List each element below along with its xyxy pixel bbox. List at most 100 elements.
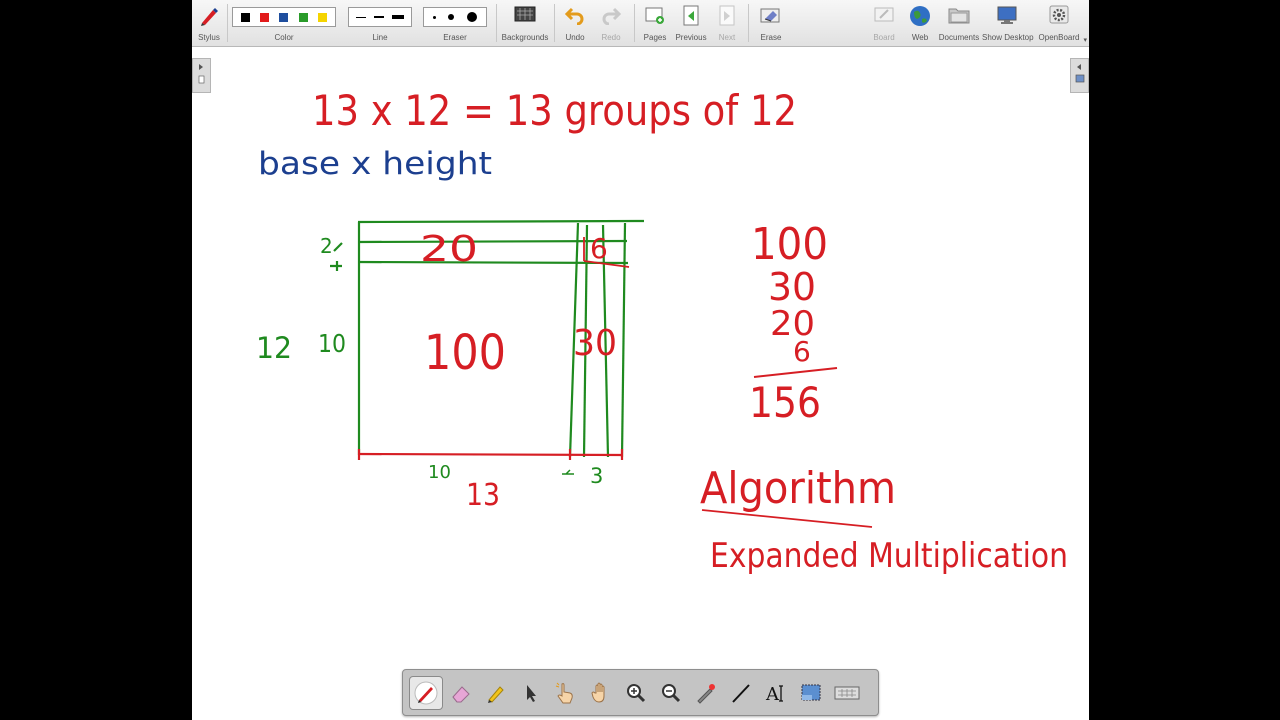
- cell-30: 30: [573, 323, 617, 364]
- line-width-selector: [348, 7, 412, 27]
- capture-tool[interactable]: [794, 676, 828, 710]
- sum-line: [753, 367, 838, 378]
- selector-tool[interactable]: [514, 676, 548, 710]
- color-palette: [232, 7, 336, 27]
- stylus-label: Stylus: [198, 33, 220, 42]
- bottom-label-13: 13: [466, 478, 500, 513]
- text-icon: A: [765, 684, 783, 705]
- cell-6: 6: [590, 232, 608, 265]
- line-medium[interactable]: [374, 16, 384, 18]
- row-label-10: 10: [318, 329, 346, 358]
- hand-tool[interactable]: [584, 676, 618, 710]
- zoom-in-tool[interactable]: [619, 676, 653, 710]
- openboard-menu-button[interactable]: OpenBoard: [1034, 2, 1084, 44]
- erase-button[interactable]: Erase: [754, 2, 788, 44]
- zoom-out-tool[interactable]: [654, 676, 688, 710]
- whiteboard-canvas[interactable]: 13 x 12 = 13 groups of 12 base x height …: [192, 47, 1089, 667]
- eraser-small[interactable]: [433, 15, 437, 19]
- keyboard-icon: [834, 686, 860, 700]
- eraser-group: Eraser: [423, 2, 487, 44]
- next-button[interactable]: Next: [710, 2, 744, 44]
- eraser-large[interactable]: [466, 12, 477, 22]
- redo-label: Redo: [601, 33, 621, 42]
- row-label-2: 2: [320, 234, 333, 258]
- line-thick[interactable]: [392, 15, 404, 19]
- laser-pointer-icon: [697, 684, 715, 704]
- eraser-label: Eraser: [443, 33, 467, 42]
- eraser-icon: [452, 686, 470, 703]
- previous-page-icon: [683, 5, 699, 26]
- color-green[interactable]: [298, 12, 308, 22]
- sum-total: 156: [749, 378, 821, 427]
- color-label: Color: [274, 33, 294, 42]
- openboard-label: OpenBoard: [1038, 33, 1080, 42]
- sum-6: 6: [793, 335, 811, 368]
- base-height-line: base x height: [258, 146, 492, 182]
- web-label: Web: [911, 33, 929, 42]
- board-label: Board: [873, 33, 895, 42]
- line-label: Line: [372, 33, 388, 42]
- stylus-icon: [201, 8, 218, 26]
- line-thin[interactable]: [356, 16, 366, 18]
- pages-button[interactable]: Pages: [638, 2, 672, 44]
- redo-icon: [602, 7, 622, 25]
- row-label-12: 12: [256, 331, 292, 365]
- stylus-palette: A: [402, 669, 879, 716]
- show-desktop-label: Show Desktop: [982, 33, 1034, 42]
- board-icon: [874, 7, 894, 22]
- svg-text:A: A: [765, 684, 780, 705]
- documents-button[interactable]: Documents: [938, 2, 980, 44]
- pointing-hand-icon: [555, 682, 573, 704]
- backgrounds-label: Backgrounds: [501, 33, 549, 42]
- bottom-label-10: 10: [428, 462, 451, 483]
- color-red[interactable]: [260, 12, 270, 22]
- marker-tool[interactable]: [479, 676, 513, 710]
- base-axis: [357, 449, 624, 460]
- tick-mark: [562, 469, 574, 475]
- virtual-keyboard[interactable]: [830, 676, 864, 710]
- color-yellow[interactable]: [317, 12, 327, 22]
- text-tool[interactable]: A: [759, 676, 793, 710]
- undo-button[interactable]: Undo: [558, 2, 592, 44]
- laser-pointer-tool[interactable]: [689, 676, 723, 710]
- hand-icon: [591, 682, 605, 703]
- bottom-label-3: 3: [590, 464, 603, 488]
- board-button[interactable]: Board: [867, 2, 901, 44]
- stylus-button[interactable]: Stylus: [194, 2, 224, 44]
- eraser-tool[interactable]: [444, 676, 478, 710]
- erase-label: Erase: [760, 33, 782, 42]
- sum-30: 30: [768, 265, 816, 309]
- cell-20: 20: [420, 229, 478, 270]
- folder-icon: [948, 8, 970, 24]
- expanded-multiplication: Expanded Multiplication: [710, 536, 1068, 576]
- show-desktop-button[interactable]: Show Desktop: [982, 2, 1034, 44]
- erase-icon: [760, 8, 780, 23]
- color-black[interactable]: [241, 12, 251, 22]
- zoom-in-icon: [627, 684, 646, 703]
- zoom-out-icon: [662, 684, 681, 703]
- pen-tool[interactable]: [409, 676, 443, 710]
- sum-100: 100: [751, 219, 828, 270]
- color-group: Color: [232, 2, 336, 44]
- eraser-medium[interactable]: [448, 14, 455, 20]
- pages-icon: [645, 7, 664, 24]
- backgrounds-icon: [514, 6, 536, 22]
- next-page-icon: [719, 5, 735, 26]
- documents-label: Documents: [938, 33, 980, 42]
- undo-label: Undo: [565, 33, 585, 42]
- pages-label: Pages: [643, 33, 667, 42]
- gear-icon: [1049, 5, 1069, 24]
- main-toolbar: Stylus Color Line Eraser Backgrounds Und…: [192, 0, 1089, 47]
- previous-button[interactable]: Previous: [674, 2, 708, 44]
- equation-line: 13 x 12 = 13 groups of 12: [312, 86, 797, 135]
- redo-button[interactable]: Redo: [594, 2, 628, 44]
- eraser-size-selector: [423, 7, 487, 27]
- interact-tool[interactable]: [549, 676, 583, 710]
- line-tool[interactable]: [724, 676, 758, 710]
- web-button[interactable]: Web: [903, 2, 937, 44]
- backgrounds-button[interactable]: Backgrounds: [500, 2, 550, 44]
- previous-label: Previous: [675, 33, 707, 42]
- color-blue[interactable]: [279, 12, 289, 22]
- line-icon: [732, 684, 750, 703]
- menu-arrow-icon[interactable]: ▾: [1083, 36, 1087, 44]
